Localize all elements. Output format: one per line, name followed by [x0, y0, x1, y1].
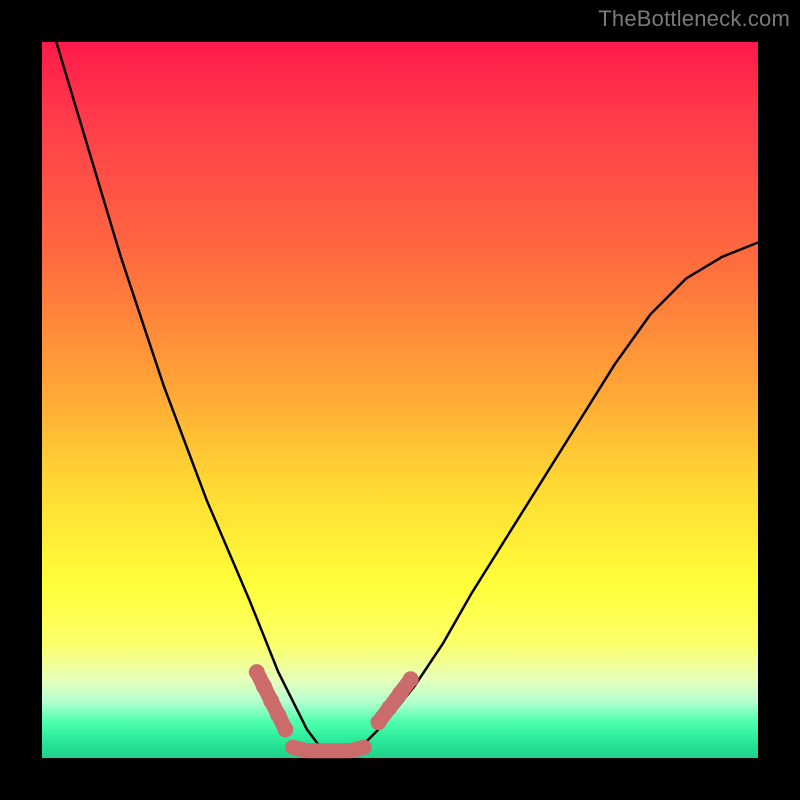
- marker-floor: [293, 747, 365, 751]
- marker-dot: [371, 714, 387, 730]
- marker-dot: [381, 700, 397, 716]
- marker-dot: [403, 671, 419, 687]
- marker-dot: [263, 693, 279, 709]
- marker-layer: [249, 664, 419, 751]
- watermark-text: TheBottleneck.com: [598, 6, 790, 32]
- marker-right-cluster: [379, 679, 411, 722]
- chart-svg: [42, 42, 758, 758]
- marker-dot: [392, 686, 408, 702]
- curve-layer: [56, 42, 758, 751]
- marker-dot: [256, 678, 272, 694]
- marker-dot: [249, 664, 265, 680]
- chart-frame: TheBottleneck.com: [0, 0, 800, 800]
- bottleneck-curve: [56, 42, 758, 751]
- marker-dot: [277, 721, 293, 737]
- marker-dot: [270, 707, 286, 723]
- plot-area: [42, 42, 758, 758]
